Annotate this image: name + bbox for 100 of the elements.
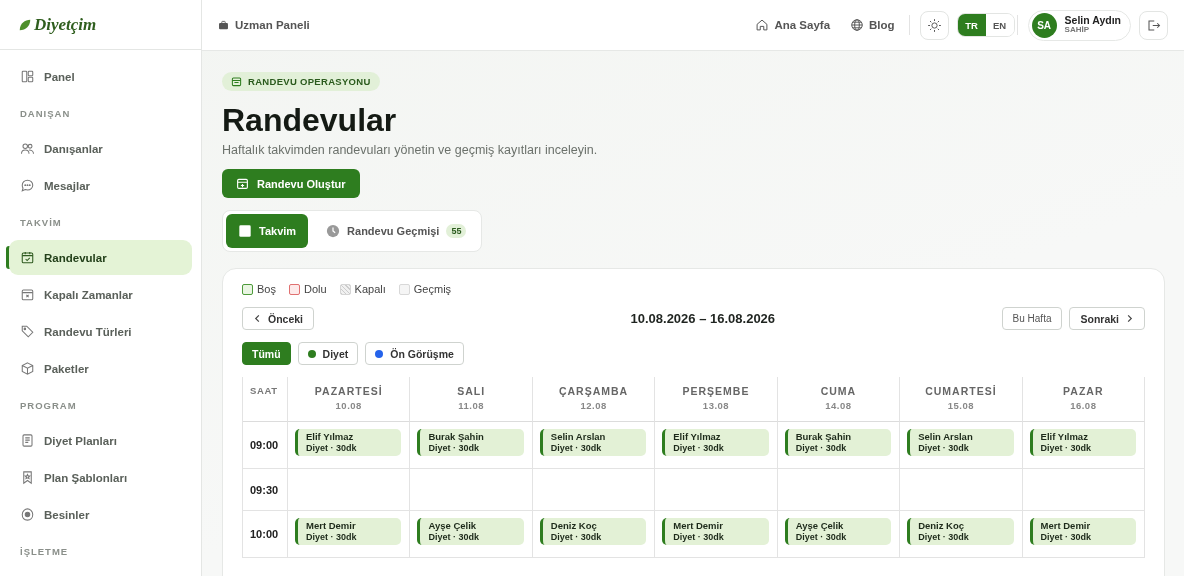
day-date: 12.08 bbox=[580, 400, 607, 411]
day-date: 10.08 bbox=[335, 400, 362, 411]
calendar-check-icon bbox=[20, 250, 35, 265]
appointment-detail: Diyet · 30dk bbox=[550, 442, 603, 454]
next-week-button[interactable]: Sonraki bbox=[1069, 307, 1145, 330]
sidebar-item[interactable]: Randevu Türleri bbox=[9, 314, 192, 349]
calendar-x-icon bbox=[20, 287, 35, 302]
chat-icon bbox=[20, 178, 35, 193]
day-name: PAZARTESİ bbox=[314, 385, 383, 397]
empty-slot[interactable] bbox=[532, 469, 656, 511]
previous-week-button[interactable]: Önceki bbox=[242, 307, 315, 330]
user-role: SAHİP bbox=[1064, 26, 1091, 36]
appointment-card[interactable]: Elif Yılmaz Diyet · 30dk bbox=[1029, 429, 1136, 457]
layout-icon bbox=[20, 69, 35, 84]
day-name: CUMARTESİ bbox=[925, 385, 997, 397]
appointment-detail: Diyet · 30dk bbox=[1040, 442, 1093, 454]
create-appointment-button[interactable]: Randevu Oluştur bbox=[222, 169, 360, 198]
client-name: Deniz Koç bbox=[550, 521, 598, 532]
calendar-icon bbox=[238, 224, 252, 238]
appointment-detail: Diyet · 30dk bbox=[550, 531, 603, 543]
client-name: Ayşe Çelik bbox=[795, 521, 845, 532]
user-menu[interactable]: SA Selin Aydın SAHİP bbox=[1027, 9, 1131, 41]
client-name: Elif Yılmaz bbox=[306, 432, 355, 443]
view-tab[interactable]: Randevu Geçmişi 55 bbox=[314, 214, 479, 248]
empty-slot[interactable] bbox=[288, 469, 411, 511]
appointment-detail: Diyet · 30dk bbox=[673, 442, 725, 454]
sidebar-section-label: TAKVİM bbox=[19, 216, 63, 230]
appointment-card[interactable]: Selin Arslan Diyet · 30dk bbox=[539, 429, 647, 457]
filter-chip[interactable]: Tümü bbox=[242, 342, 291, 365]
sidebar-item[interactable]: Panel bbox=[9, 59, 192, 94]
user-avatar: SA bbox=[1031, 12, 1057, 38]
sidebar-item[interactable]: Mesajlar bbox=[9, 168, 192, 203]
appointment-detail: Diyet · 30dk bbox=[673, 531, 725, 543]
appointment-card[interactable]: Ayşe Çelik Diyet · 30dk bbox=[417, 518, 524, 546]
this-week-button[interactable]: Bu Hafta bbox=[1001, 307, 1063, 330]
legend-label: Boş bbox=[257, 283, 276, 295]
language-option[interactable]: TR bbox=[957, 14, 986, 36]
filter-chip[interactable]: Diyet bbox=[297, 342, 359, 365]
client-name: Mert Demir bbox=[673, 521, 724, 532]
client-name: Burak Şahin bbox=[795, 432, 853, 443]
client-name: Selin Arslan bbox=[918, 432, 974, 443]
users-icon bbox=[20, 141, 35, 156]
sidebar-item[interactable]: Kapalı Zamanlar bbox=[9, 277, 192, 312]
appointment-card[interactable]: Selin Arslan Diyet · 30dk bbox=[907, 429, 1014, 457]
client-name: Mert Demir bbox=[306, 521, 357, 532]
sidebar-section-label: İŞLETME bbox=[19, 545, 70, 559]
appointment-card[interactable]: Mert Demir Diyet · 30dk bbox=[1029, 518, 1136, 546]
day-name: PERŞEMBE bbox=[682, 385, 750, 397]
sidebar-item[interactable]: Danışanlar bbox=[9, 131, 192, 166]
appointment-card[interactable]: Elif Yılmaz Diyet · 30dk bbox=[295, 429, 402, 457]
appointment-card[interactable]: Burak Şahin Diyet · 30dk bbox=[417, 429, 524, 457]
filter-chip[interactable]: Ön Görüşme bbox=[365, 342, 464, 365]
chevron-right-icon bbox=[1125, 314, 1134, 323]
client-name: Burak Şahin bbox=[428, 432, 485, 443]
clock-icon bbox=[326, 224, 341, 238]
box-icon bbox=[20, 361, 35, 376]
appointment-detail: Diyet · 30dk bbox=[428, 531, 480, 543]
legend-label: Kapalı bbox=[354, 283, 386, 295]
tag-icon bbox=[20, 324, 35, 339]
day-date: 16.08 bbox=[1070, 400, 1097, 411]
doc-icon bbox=[20, 433, 35, 448]
appointment-card[interactable]: Mert Demir Diyet · 30dk bbox=[662, 518, 769, 546]
user-name: Selin Aydın bbox=[1064, 14, 1121, 26]
empty-slot[interactable] bbox=[777, 469, 901, 511]
sidebar-item[interactable]: Diyet Planları bbox=[9, 423, 192, 458]
empty-slot[interactable] bbox=[900, 469, 1023, 511]
nav-link[interactable]: Ana Sayfa bbox=[755, 18, 831, 32]
appointment-card[interactable]: Deniz Koç Diyet · 30dk bbox=[907, 518, 1014, 546]
day-date: 11.08 bbox=[458, 400, 484, 411]
appointment-card[interactable]: Burak Şahin Diyet · 30dk bbox=[784, 429, 892, 457]
appointment-card[interactable]: Deniz Koç Diyet · 30dk bbox=[539, 518, 647, 546]
logout-button[interactable] bbox=[1139, 10, 1168, 40]
appointment-detail: Diyet · 30dk bbox=[795, 442, 848, 454]
appointment-detail: Diyet · 30dk bbox=[1040, 531, 1093, 543]
sun-icon bbox=[926, 17, 942, 33]
empty-slot[interactable] bbox=[1022, 469, 1145, 511]
nav-link[interactable]: Blog bbox=[850, 18, 895, 32]
empty-slot[interactable] bbox=[655, 469, 778, 511]
theme-toggle-button[interactable] bbox=[919, 10, 949, 40]
legend-swatch bbox=[288, 283, 300, 295]
legend-label: Dolu bbox=[303, 283, 327, 295]
legend-swatch bbox=[242, 283, 253, 295]
bookmark-icon bbox=[20, 470, 35, 485]
logo[interactable]: Diyetçim bbox=[18, 14, 97, 35]
food-icon bbox=[20, 507, 35, 522]
appointment-card[interactable]: Elif Yılmaz Diyet · 30dk bbox=[662, 429, 769, 457]
page-title: Randevular bbox=[222, 102, 397, 138]
empty-slot[interactable] bbox=[410, 469, 533, 511]
appointment-detail: Diyet · 30dk bbox=[428, 442, 480, 454]
view-tab[interactable]: Takvim bbox=[226, 214, 309, 248]
appointment-card[interactable]: Ayşe Çelik Diyet · 30dk bbox=[784, 518, 892, 546]
appointment-card[interactable]: Mert Demir Diyet · 30dk bbox=[295, 518, 402, 546]
sidebar-item[interactable]: Randevular bbox=[9, 240, 192, 275]
leaf-icon bbox=[18, 17, 32, 32]
sidebar-item[interactable]: Besinler bbox=[9, 497, 192, 532]
time-label: 10:00 bbox=[250, 528, 279, 540]
sidebar-item[interactable]: Paketler bbox=[9, 351, 192, 386]
client-name: Selin Arslan bbox=[550, 432, 607, 443]
sidebar-item[interactable]: Plan Şablonları bbox=[9, 460, 192, 495]
client-name: Mert Demir bbox=[1040, 521, 1092, 532]
